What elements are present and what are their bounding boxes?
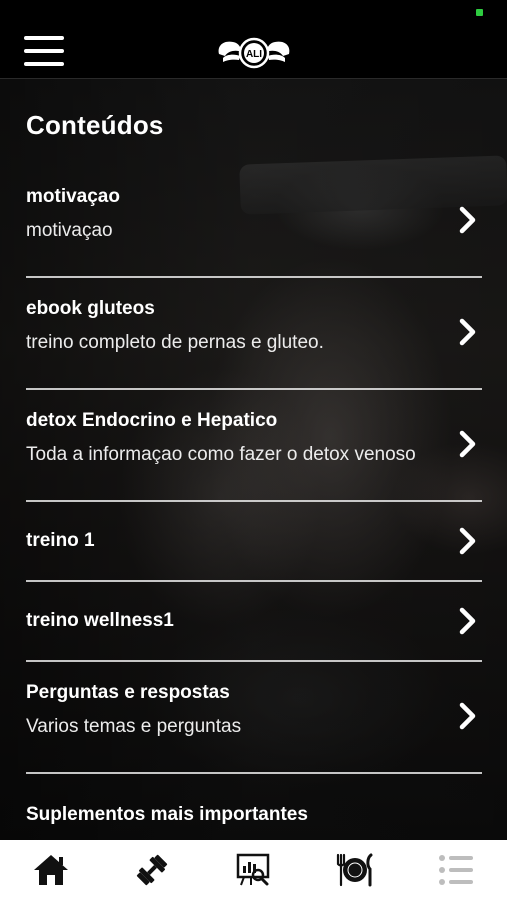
list-item-subtitle: treino completo de pernas e gluteo.	[26, 332, 324, 353]
menu-icon-bar	[24, 36, 64, 40]
chevron-right-icon	[459, 318, 476, 346]
content-area: Conteúdos motivaçao motivaçao ebook glut…	[0, 78, 507, 840]
page-title: Conteúdos	[26, 110, 164, 140]
menu-icon-bar	[24, 62, 64, 66]
chevron-right-icon	[459, 527, 476, 555]
list-icon	[439, 855, 474, 885]
list-item-suplementos[interactable]: Suplementos mais importantes	[26, 774, 482, 834]
list-item-perguntas[interactable]: Perguntas e respostas Varios temas e per…	[26, 662, 482, 774]
dumbbell-icon	[136, 854, 168, 886]
app-header: ALI	[0, 0, 507, 79]
list-item-title: treino wellness1	[26, 610, 174, 631]
list-item-ebook-gluteos[interactable]: ebook gluteos treino completo de pernas …	[26, 278, 482, 390]
app-screen: ALI Conteúdos motivaçao motivaçao ebook …	[0, 0, 507, 900]
list-item-treino-1[interactable]: treino 1	[26, 502, 482, 582]
app-logo: ALI	[218, 37, 290, 69]
status-indicator	[476, 9, 483, 16]
tab-workout[interactable]	[122, 845, 182, 895]
chevron-right-icon	[459, 607, 476, 635]
list-item-title: ebook gluteos	[26, 298, 155, 319]
analytics-board-icon	[237, 853, 270, 886]
list-item-title: Suplementos mais importantes	[26, 804, 308, 825]
list-item-motivacao[interactable]: motivaçao motivaçao	[26, 166, 482, 278]
list-item-subtitle: motivaçao	[26, 220, 113, 241]
chevron-right-icon	[459, 702, 476, 730]
tab-list[interactable]	[426, 845, 486, 895]
list-item-title: treino 1	[26, 530, 95, 551]
content-list: motivaçao motivaçao ebook gluteos treino…	[26, 166, 482, 834]
menu-button[interactable]	[24, 36, 64, 66]
chevron-right-icon	[459, 430, 476, 458]
menu-icon-bar	[24, 49, 64, 53]
logo-text: ALI	[246, 49, 262, 60]
home-icon	[33, 855, 68, 885]
list-item-detox[interactable]: detox Endocrino e Hepatico Toda a inform…	[26, 390, 482, 502]
bottom-tab-bar	[0, 840, 507, 900]
list-item-title: detox Endocrino e Hepatico	[26, 410, 278, 431]
meal-plate-icon	[336, 853, 373, 887]
list-item-subtitle: Varios temas e perguntas	[26, 716, 242, 737]
tab-analytics[interactable]	[223, 845, 283, 895]
list-item-title: motivaçao	[26, 186, 120, 207]
tab-nutrition[interactable]	[325, 845, 385, 895]
tab-home[interactable]	[21, 845, 81, 895]
list-item-title: Perguntas e respostas	[26, 682, 230, 703]
chevron-right-icon	[459, 206, 476, 234]
list-item-subtitle: Toda a informaçao como fazer o detox ven…	[26, 444, 416, 465]
list-item-treino-wellness1[interactable]: treino wellness1	[26, 582, 482, 662]
